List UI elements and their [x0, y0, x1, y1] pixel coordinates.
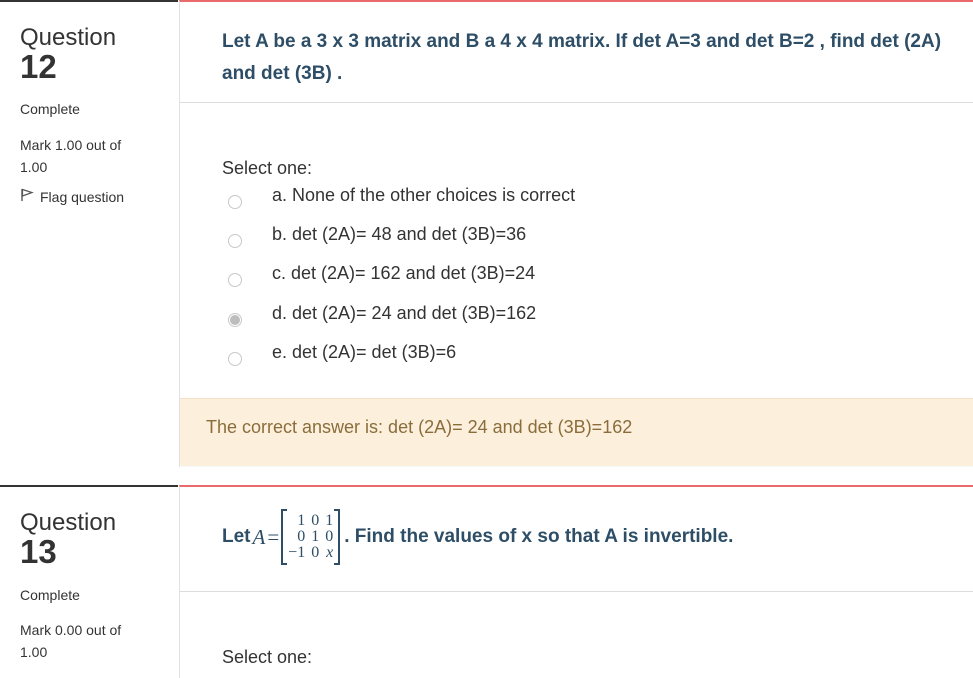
question-text-box: Let A = 1 0 1 0 1 0 −1 0 x . Find the va… — [180, 487, 973, 592]
correct-answer-text: The correct answer is: det (2A)= 24 and … — [206, 417, 633, 437]
option-c-label[interactable]: c. det (2A)= 162 and det (3B)=24 — [272, 263, 535, 284]
option-d-label[interactable]: d. det (2A)= 24 and det (3B)=162 — [272, 303, 536, 324]
question-12: Question 12 Complete Mark 1.00 out of 1.… — [0, 0, 973, 467]
question-state: Complete — [20, 587, 80, 603]
question-13: Question 13 Complete Mark 0.00 out of 1.… — [0, 485, 973, 678]
option-a-radio[interactable] — [228, 195, 242, 209]
answer-area: Select one: — [180, 592, 973, 678]
option-c[interactable]: c. det (2A)= 162 and det (3B)=24 — [228, 263, 535, 287]
matrix-cell: 1 — [311, 528, 320, 545]
question-content: Let A = 1 0 1 0 1 0 −1 0 x . Find the va… — [179, 485, 973, 678]
option-e-label[interactable]: e. det (2A)= det (3B)=6 — [272, 342, 456, 363]
matrix-cell: 1 — [297, 512, 306, 529]
question-content: Let A be a 3 x 3 matrix and B a 4 x 4 ma… — [179, 0, 973, 467]
question-state: Complete — [20, 101, 80, 117]
option-b-radio[interactable] — [228, 234, 242, 248]
option-d[interactable]: d. det (2A)= 24 and det (3B)=162 — [228, 303, 536, 327]
question-info: Question 12 Complete Mark 1.00 out of 1.… — [0, 0, 178, 465]
feedback-box: The correct answer is: det (2A)= 24 and … — [180, 398, 973, 466]
question-text-let: Let — [222, 526, 251, 547]
matrix-cell: 0 — [311, 544, 320, 561]
flag-icon — [20, 188, 34, 205]
question-text: Let A = 1 0 1 0 1 0 −1 0 x . Find the va… — [222, 507, 733, 567]
question-text: Let A be a 3 x 3 matrix and B a 4 x 4 ma… — [222, 31, 942, 84]
question-number: 13 — [20, 533, 57, 570]
option-e-radio[interactable] — [228, 352, 242, 366]
matrix-cell: 0 — [325, 528, 334, 545]
option-a-label[interactable]: a. None of the other choices is correct — [272, 185, 575, 206]
answer-area: Select one: a. None of the other choices… — [180, 103, 973, 398]
option-e[interactable]: e. det (2A)= det (3B)=6 — [228, 342, 456, 366]
select-one-prompt: Select one: — [222, 647, 313, 667]
matrix-cell: 0 — [311, 512, 320, 529]
option-c-radio[interactable] — [228, 273, 242, 287]
matrix-cell: 0 — [297, 528, 306, 545]
question-text-box: Let A be a 3 x 3 matrix and B a 4 x 4 ma… — [180, 2, 973, 103]
question-grade: Mark 0.00 out of 1.00 — [20, 622, 122, 660]
matrix-a: 1 0 1 0 1 0 −1 0 x — [281, 509, 341, 565]
question-info: Question 13 Complete Mark 0.00 out of 1.… — [0, 485, 178, 678]
matrix-cell: 1 — [325, 512, 334, 529]
math-variable: A — [252, 524, 266, 549]
matrix-cell: x — [326, 544, 334, 561]
flag-question-link[interactable]: Flag question — [20, 188, 124, 205]
question-text-rest: . Find the values of x so that A is inve… — [344, 526, 734, 547]
option-a[interactable]: a. None of the other choices is correct — [228, 185, 575, 209]
question-number: 12 — [20, 48, 57, 85]
option-d-radio[interactable] — [228, 313, 242, 327]
option-b[interactable]: b. det (2A)= 48 and det (3B)=36 — [228, 224, 526, 248]
matrix-cell: −1 — [288, 544, 306, 561]
select-one-prompt: Select one: — [222, 158, 313, 178]
flag-question-label: Flag question — [40, 188, 125, 205]
math-equals: = — [267, 524, 280, 549]
option-b-label[interactable]: b. det (2A)= 48 and det (3B)=36 — [272, 224, 526, 245]
question-grade: Mark 1.00 out of 1.00 — [20, 137, 122, 175]
